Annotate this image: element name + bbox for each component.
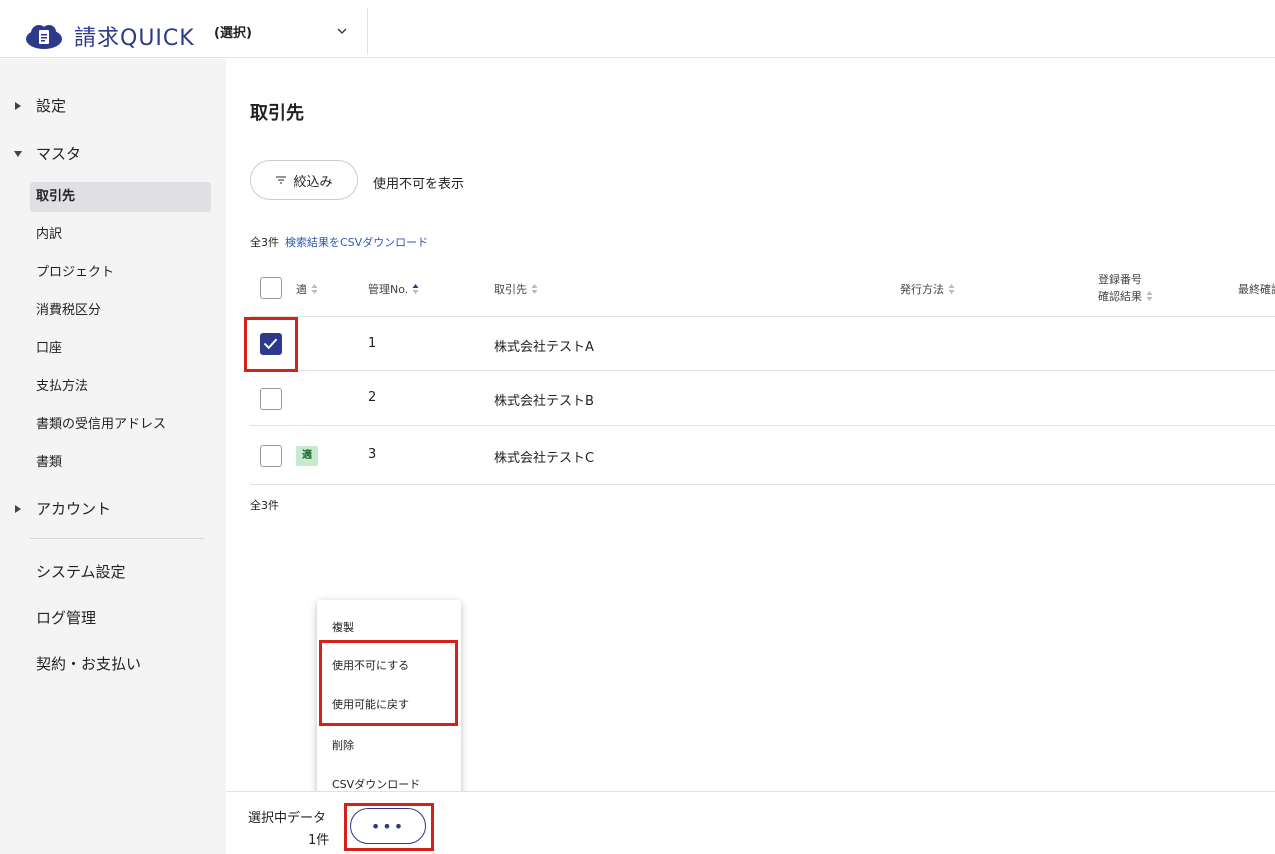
column-header-issue-method[interactable]: 発行方法 (900, 281, 955, 297)
row-checkbox[interactable] (260, 445, 282, 467)
sort-icon (311, 284, 318, 294)
sidebar-group-label: 設定 (36, 97, 67, 115)
column-header-management-no[interactable]: 管理No. (368, 281, 419, 297)
sort-icon (531, 284, 538, 294)
sidebar-item-clients[interactable]: 取引先 (30, 182, 211, 212)
show-disabled-toggle[interactable]: 使用不可を表示 (373, 173, 464, 192)
sidebar-item-tax-category[interactable]: 消費税区分 (30, 296, 211, 326)
app-brand-name: 請求QUICK (74, 26, 195, 51)
menu-item-delete[interactable]: 削除 (332, 737, 354, 753)
footer-result-count: 全3件 (250, 499, 279, 512)
csv-download-link[interactable]: 検索結果をCSVダウンロード (285, 234, 428, 250)
row-checkbox[interactable] (260, 388, 282, 410)
result-count-line: 全3件 検索結果をCSVダウンロード (250, 234, 428, 250)
table-row[interactable]: 2 株式会社テストB (250, 372, 1275, 426)
sidebar-divider (30, 538, 204, 539)
cloud-document-icon (26, 25, 62, 49)
app-logo[interactable]: 請求QUICK (24, 20, 195, 52)
row-client-name: 株式会社テストA (494, 340, 594, 355)
sidebar-item-payment-method[interactable]: 支払方法 (30, 372, 211, 402)
selection-bar: 選択中データ 1件 ••• (226, 791, 1275, 854)
sort-icon (1146, 291, 1153, 301)
column-header-client[interactable]: 取引先 (494, 281, 538, 297)
sidebar-item-documents[interactable]: 書類 (30, 448, 211, 478)
sidebar-item-project[interactable]: プロジェクト (30, 258, 211, 288)
column-header-label: 適 (296, 283, 307, 296)
triangle-right-icon (15, 101, 21, 110)
sidebar: 設定 マスタ 取引先 内訳 プロジェクト 消費税区分 口座 支払方法 書類の受信… (0, 59, 226, 854)
sidebar-item-bank-account[interactable]: 口座 (30, 334, 211, 364)
sidebar-item-system-settings[interactable]: システム設定 (36, 561, 126, 582)
table-row[interactable]: 適 3 株式会社テストC (250, 427, 1275, 485)
column-header-label: 最終確認 (1238, 283, 1275, 296)
sidebar-item-breakdown[interactable]: 内訳 (30, 220, 211, 250)
column-header-registration-result[interactable]: 登録番号 確認結果 (1098, 271, 1153, 304)
column-header-label: 登録番号 (1098, 273, 1142, 286)
menu-item-disable[interactable]: 使用不可にする (332, 657, 409, 673)
table-header-row: 適 管理No. 取引先 発行方法 登録番号 確認結果 最終確 (250, 259, 1275, 317)
row-management-no: 1 (368, 336, 377, 351)
column-header-label-line2: 確認結果 (1098, 288, 1153, 304)
sidebar-group-account[interactable]: アカウント (14, 498, 111, 519)
sidebar-item-log-management[interactable]: ログ管理 (36, 607, 96, 628)
triangle-down-icon (14, 150, 22, 157)
menu-item-enable[interactable]: 使用可能に戻す (332, 696, 409, 712)
filter-button[interactable]: 絞込み (250, 160, 358, 200)
select-all-checkbox[interactable] (260, 277, 282, 299)
row-client-name: 株式会社テストC (494, 451, 595, 466)
filter-button-label: 絞込み (293, 174, 333, 190)
row-management-no: 2 (368, 390, 377, 405)
menu-item-csv-download[interactable]: CSVダウンロード (332, 776, 420, 792)
row-checkbox-checked[interactable] (260, 333, 282, 355)
organization-select-label: (選択) (214, 25, 252, 41)
sidebar-group-label: マスタ (36, 145, 82, 163)
sidebar-item-receiving-address[interactable]: 書類の受信用アドレス (30, 410, 211, 440)
more-actions-button[interactable]: ••• (350, 808, 426, 844)
sort-icon (948, 284, 955, 294)
selected-data-count: 1件 (308, 833, 330, 848)
sidebar-group-label: アカウント (36, 500, 112, 518)
table-row[interactable]: 1 株式会社テストA (250, 318, 1275, 371)
column-header-badge[interactable]: 適 (296, 281, 318, 297)
top-bar: 請求QUICK (選択) (0, 0, 1275, 58)
column-header-last-check[interactable]: 最終確認 (1238, 281, 1275, 297)
checkmark-icon (263, 338, 278, 350)
column-header-label: 取引先 (494, 283, 527, 296)
filter-icon (276, 176, 287, 184)
row-client-name: 株式会社テストB (494, 394, 594, 409)
page-title: 取引先 (250, 103, 304, 124)
sidebar-group-master[interactable]: マスタ (14, 143, 81, 164)
menu-item-duplicate[interactable]: 複製 (332, 619, 354, 635)
organization-select[interactable]: (選択) (214, 8, 368, 54)
triangle-right-icon (15, 504, 21, 513)
eligible-badge: 適 (296, 446, 318, 466)
result-count: 全3件 (250, 236, 279, 249)
column-header-label: 確認結果 (1098, 290, 1142, 303)
row-management-no: 3 (368, 447, 377, 462)
column-header-label: 管理No. (368, 283, 409, 296)
chevron-down-icon (337, 28, 347, 34)
selected-data-label: 選択中データ (248, 811, 327, 826)
sidebar-item-contract-payment[interactable]: 契約・お支払い (36, 653, 141, 674)
sort-ascending-icon (412, 284, 419, 294)
bulk-action-menu: 複製 使用不可にする 使用可能に戻す 削除 CSVダウンロード (317, 600, 461, 808)
sidebar-group-settings[interactable]: 設定 (14, 95, 66, 116)
column-header-label: 発行方法 (900, 283, 944, 296)
